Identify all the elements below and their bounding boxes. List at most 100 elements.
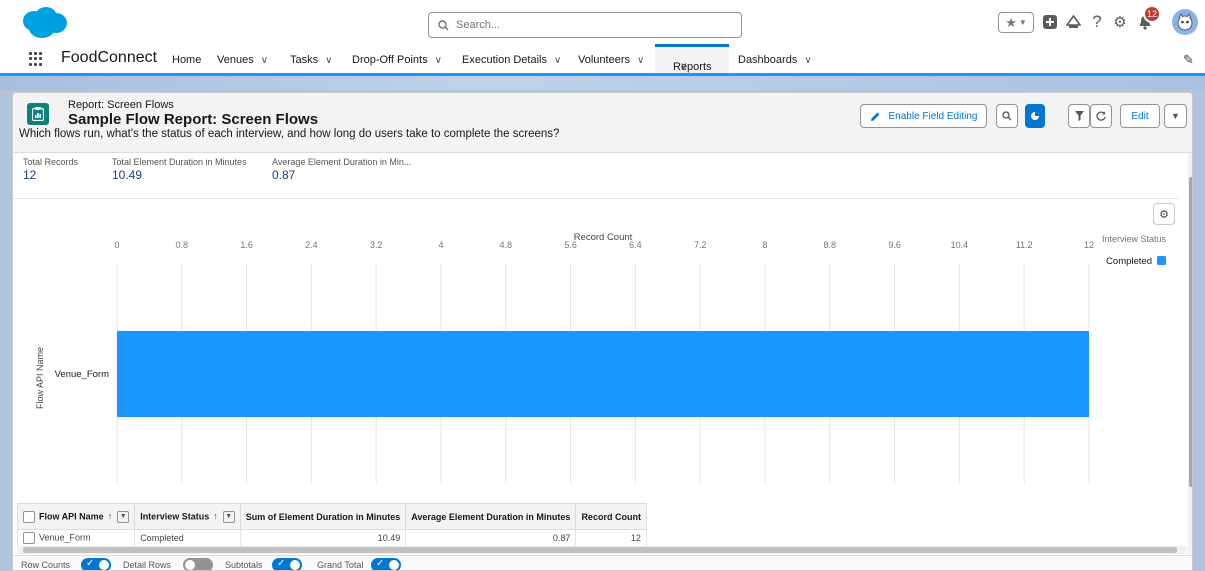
column-header-record-count[interactable]: Record Count <box>575 503 647 530</box>
summary-value-total-duration: 10.49 <box>112 168 143 182</box>
toggle-chart-button[interactable] <box>1025 104 1045 128</box>
report-table: Flow API Name ↑ ▼ Interview Status ↑ ▼ Sum o… <box>16 503 687 547</box>
search-icon <box>1002 111 1012 121</box>
chevron-down-icon[interactable]: ∨ <box>637 55 644 66</box>
edit-button[interactable]: Edit <box>1120 104 1160 128</box>
report-footer: Row Counts ✓ Detail Rows Subtotals ✓ Gra… <box>13 555 1192 570</box>
more-actions-button[interactable]: ▼ <box>1164 104 1187 128</box>
salesforce-logo[interactable] <box>20 6 68 40</box>
nav-item-volunteers[interactable]: Volunteers ∨ <box>578 54 644 66</box>
y-axis-label: Flow API Name <box>35 347 45 409</box>
x-tick-label: 4.8 <box>500 240 513 250</box>
summary-label-average-duration: Average Element Duration in Min... <box>272 157 412 167</box>
chevron-down-icon[interactable]: ∨ <box>435 55 442 66</box>
table-cell-average-duration: 0.87 <box>405 529 577 547</box>
chevron-down-icon[interactable]: ∨ <box>325 55 332 66</box>
x-tick-label: 12 <box>1084 240 1094 250</box>
global-header: Search... ★ ▼ ? ⚙ 12 <box>0 0 1205 44</box>
category-label: Venue_Form <box>55 369 109 380</box>
row-counts-label: Row Counts <box>21 560 71 570</box>
nav-item-home[interactable]: Home <box>172 54 201 66</box>
x-tick-label: 4 <box>438 240 443 250</box>
summary-label-total-records: Total Records <box>23 157 79 167</box>
x-tick-label: 10.4 <box>951 240 969 250</box>
x-tick-label: 8 <box>762 240 767 250</box>
x-tick-label: 0 <box>114 240 119 250</box>
row-checkbox[interactable] <box>23 532 35 544</box>
filter-icon <box>1074 111 1084 121</box>
grand-total-toggle[interactable]: ✓ <box>371 558 401 570</box>
summary-value-total-records: 12 <box>23 168 37 182</box>
favorites-button[interactable]: ★ ▼ <box>998 12 1034 33</box>
sort-ascending-icon[interactable]: ↑ <box>108 511 113 521</box>
search-report-button[interactable] <box>996 104 1018 128</box>
refresh-button[interactable] <box>1090 104 1112 128</box>
column-header-sum-duration[interactable]: Sum of Element Duration in Minutes <box>239 503 407 530</box>
add-icon[interactable] <box>1042 11 1058 33</box>
detail-rows-toggle[interactable] <box>183 558 213 570</box>
chevron-down-icon: ▼ <box>1018 18 1027 27</box>
chevron-down-icon: ▼ <box>1171 111 1180 121</box>
table-row: Venue_Form Completed 10.49 0.87 12 <box>16 529 647 547</box>
x-tick-label: 11.2 <box>1016 240 1033 250</box>
chevron-down-icon[interactable]: ∨ <box>804 55 811 66</box>
user-avatar[interactable] <box>1172 9 1198 35</box>
notification-badge: 12 <box>1143 5 1161 23</box>
report-title: Sample Flow Report: Screen Flows <box>68 111 319 128</box>
table-cell-record-count: 12 <box>575 529 647 547</box>
app-launcher-icon[interactable] <box>29 52 43 66</box>
column-menu-icon[interactable]: ▼ <box>117 510 130 523</box>
column-menu-icon[interactable]: ▼ <box>222 510 235 523</box>
report-type-label: Report: Screen Flows <box>68 99 174 111</box>
x-tick-label: 2.4 <box>305 240 318 250</box>
star-icon: ★ <box>1005 14 1017 30</box>
select-all-checkbox[interactable] <box>23 510 35 523</box>
global-search-input[interactable]: Search... <box>428 12 742 38</box>
legend-swatch <box>1157 256 1166 265</box>
summary-label-total-duration: Total Element Duration in Minutes <box>112 157 247 167</box>
grand-total-label: Grand Total <box>317 560 364 570</box>
nav-item-drop-off-points[interactable]: Drop-Off Points ∨ <box>352 54 442 66</box>
column-header-interview-status[interactable]: Interview Status ↑ ▼ <box>134 503 241 530</box>
x-tick-label: 1.6 <box>240 240 253 250</box>
vertical-scrollbar-thumb[interactable] <box>1189 177 1192 487</box>
sort-ascending-icon[interactable]: ↑ <box>213 511 218 521</box>
pie-chart-icon <box>1031 112 1039 120</box>
app-nav-bar: FoodConnect Home Venues ∨ Tasks ∨ Drop-Off… <box>0 44 1205 76</box>
chevron-down-icon[interactable]: ∨ <box>680 61 687 72</box>
search-icon <box>438 19 449 30</box>
x-tick-label: 7.2 <box>694 240 707 250</box>
column-header-flow-api-name[interactable]: Flow API Name ↑ ▼ <box>16 503 136 530</box>
horizontal-scrollbar-thumb[interactable] <box>23 547 1177 553</box>
table-cell-flow-api-name: Venue_Form <box>16 529 136 547</box>
report-card: Report: Screen Flows Sample Flow Report:… <box>12 92 1193 571</box>
bar-chart: 0 0.8 1.6 2.4 3.2 4 4.8 5.6 6.4 7.2 8 8.8 9.6 10.4 11.… <box>35 232 1166 484</box>
nav-item-venues[interactable]: Venues ∨ <box>217 54 268 66</box>
trailhead-icon[interactable] <box>1065 11 1081 33</box>
column-header-average-duration[interactable]: Average Element Duration in Minutes <box>405 503 577 530</box>
nav-item-dashboards[interactable]: Dashboards ∨ <box>738 54 812 66</box>
report-header: Report: Screen Flows Sample Flow Report:… <box>13 93 1192 153</box>
x-tick-label: 8.8 <box>824 240 837 250</box>
decorative-banner <box>0 76 1205 90</box>
subtotals-label: Subtotals <box>225 560 263 570</box>
edit-nav-pencil-icon[interactable]: ✎ <box>1183 52 1194 68</box>
refresh-icon <box>1096 111 1106 121</box>
chevron-down-icon[interactable]: ∨ <box>554 55 561 66</box>
nav-item-tasks[interactable]: Tasks ∨ <box>290 54 332 66</box>
search-placeholder: Search... <box>456 19 501 31</box>
app-name: FoodConnect <box>61 49 158 66</box>
table-header-row: Flow API Name ↑ ▼ Interview Status ↑ ▼ Sum o… <box>16 503 647 530</box>
report-icon <box>27 103 49 125</box>
filter-button[interactable] <box>1068 104 1090 128</box>
enable-field-editing-button[interactable]: Enable Field Editing <box>860 104 987 128</box>
pencil-icon <box>870 112 880 121</box>
chevron-down-icon[interactable]: ∨ <box>261 55 268 66</box>
nav-item-execution-details[interactable]: Execution Details ∨ <box>462 54 561 66</box>
nav-item-reports[interactable]: Reports ∨ <box>655 44 729 73</box>
table-cell-sum-duration: 10.49 <box>239 529 407 547</box>
row-counts-toggle[interactable]: ✓ <box>81 558 111 570</box>
setup-gear-icon[interactable]: ⚙ <box>1112 11 1128 33</box>
help-icon[interactable]: ? <box>1090 11 1104 33</box>
subtotals-toggle[interactable]: ✓ <box>272 558 302 570</box>
